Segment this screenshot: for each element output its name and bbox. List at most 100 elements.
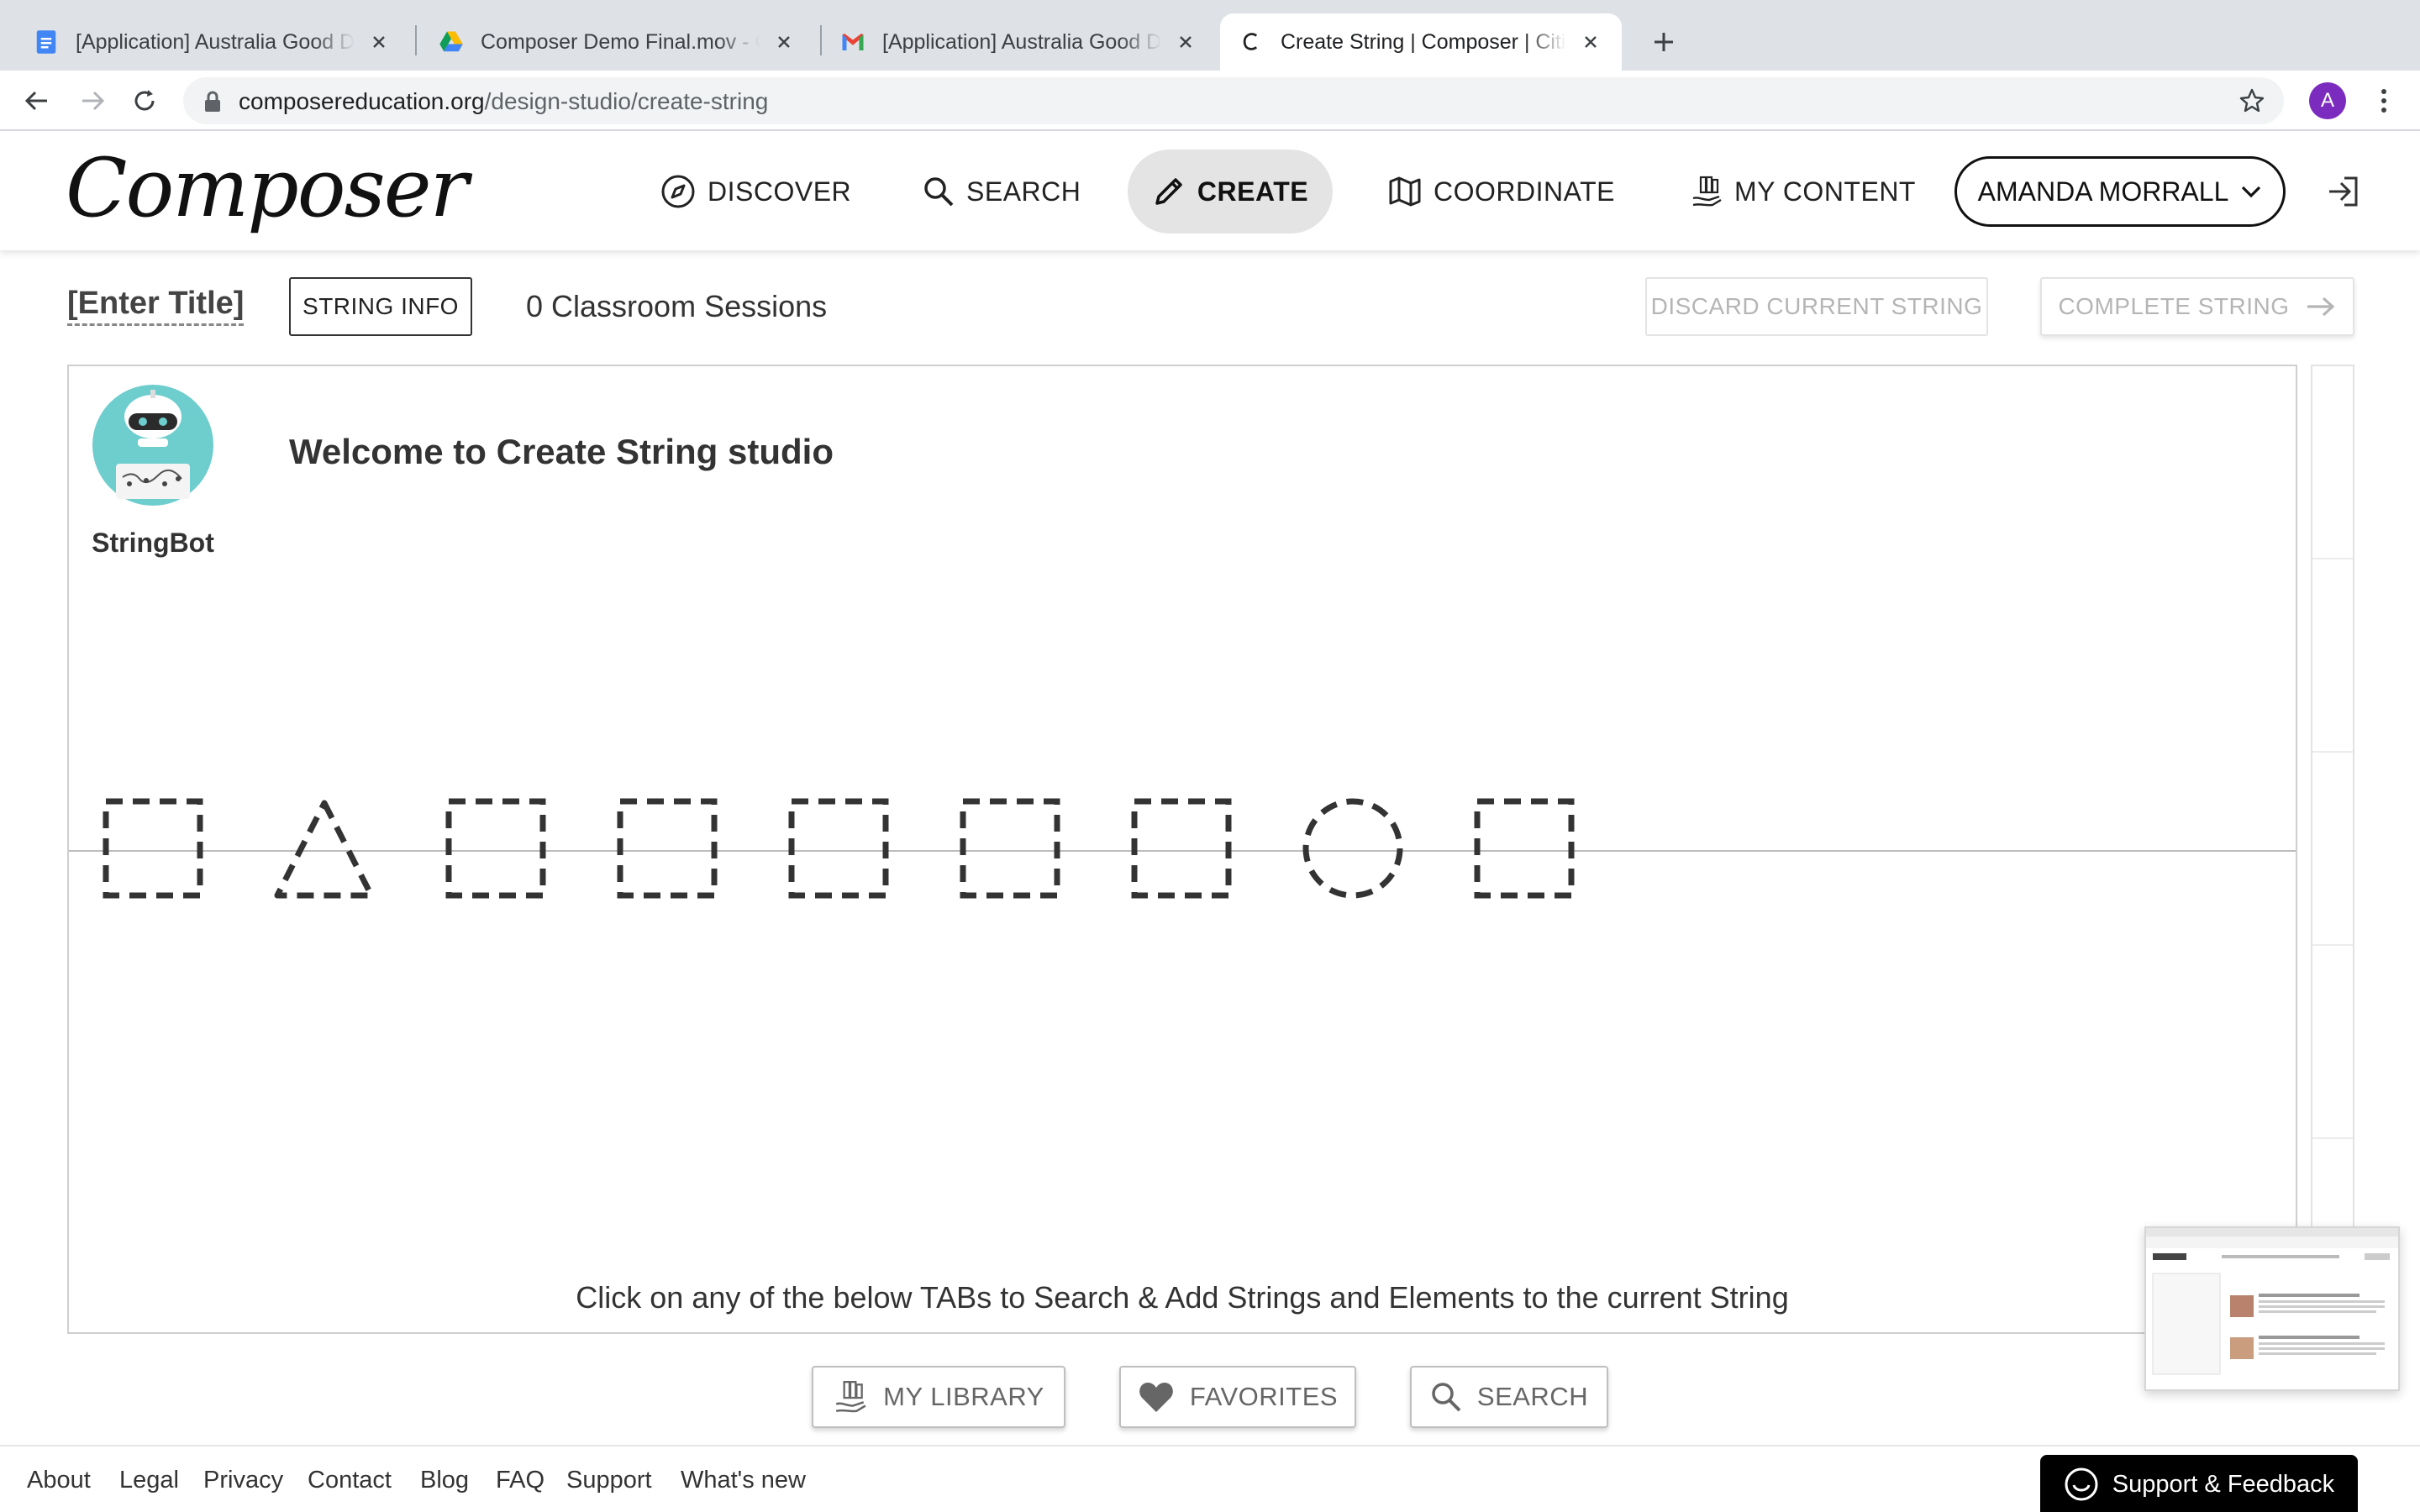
hand-books-icon [1692,176,1722,207]
close-tab-icon[interactable] [1173,29,1198,55]
nav-label: SEARCH [966,176,1081,207]
preview-image [2146,1228,2398,1375]
empty-square-slot[interactable] [1131,798,1232,899]
empty-square-slot[interactable] [1474,798,1575,899]
screen-preview-thumbnail[interactable] [2144,1226,2400,1391]
browser-tab-strip: [Application] Australia Good De Composer… [0,0,2420,71]
footer-link-contact[interactable]: Contact [308,1467,392,1494]
app-header: Composer DISCOVER SEARCH CREATE COORDINA… [0,131,2420,250]
gmail-icon [842,34,864,50]
footer-link-about[interactable]: About [27,1467,91,1494]
forward-button[interactable] [76,84,109,118]
close-tab-icon[interactable] [1578,29,1603,55]
profile-avatar[interactable]: A [2309,82,2346,119]
nav-label: MY CONTENT [1734,176,1916,207]
empty-square-slot[interactable] [103,798,203,899]
heart-icon [1139,1383,1173,1412]
nav-search[interactable]: SEARCH [923,150,1081,234]
panel-divider [2312,1137,2353,1139]
arrow-right-icon [2307,297,2334,317]
tab-title: [Application] Australia Good De [882,29,1161,54]
bookmark-star-icon[interactable] [2238,87,2265,114]
hand-books-icon [836,1380,866,1413]
google-docs-icon [36,30,56,54]
browser-menu-button[interactable] [2371,84,2396,118]
close-tab-icon[interactable] [771,29,797,55]
footer-link-privacy[interactable]: Privacy [203,1467,283,1494]
footer-link-faq[interactable]: FAQ [496,1467,544,1494]
page-footer: About Legal Privacy Contact Blog FAQ Sup… [0,1445,2420,1512]
compass-icon [661,175,695,208]
nav-create[interactable]: CREATE [1128,150,1333,234]
arrow-right-icon [82,91,105,111]
search-icon [924,177,954,207]
tab-my-library[interactable]: MY LIBRARY [812,1366,1065,1428]
nav-my-content[interactable]: MY CONTENT [1691,150,1916,234]
browser-tab-docs[interactable]: [Application] Australia Good De [15,13,410,71]
string-title-bar: [Enter Title] STRING INFO 0 Classroom Se… [0,250,2420,360]
nav-label: COORDINATE [1434,176,1615,207]
search-icon [1432,1383,1461,1412]
empty-square-slot[interactable] [617,798,718,899]
tab-title: [Application] Australia Good De [76,29,355,54]
chevron-down-icon [2242,186,2261,198]
tab-title: Create String | Composer | Citiz [1281,29,1566,54]
complete-string-button[interactable]: COMPLETE STRING [2040,277,2354,336]
logout-icon [2329,176,2358,207]
url-text: composereducation.org/design-studio/crea… [239,88,768,115]
browser-tab-composer[interactable]: Create String | Composer | Citiz [1220,13,1622,71]
string-studio-canvas[interactable]: StringBot Welcome to Create String studi… [67,365,2297,1334]
nav-label: DISCOVER [708,176,852,207]
composer-logo[interactable]: Composer [66,141,468,235]
footer-link-legal[interactable]: Legal [119,1467,179,1494]
kebab-menu-icon [2381,89,2386,113]
footer-link-blog[interactable]: Blog [420,1467,469,1494]
back-button[interactable] [20,84,54,118]
arrow-left-icon [24,91,47,111]
string-info-button[interactable]: STRING INFO [289,277,472,336]
footer-link-whats-new[interactable]: What's new [681,1467,806,1494]
empty-triangle-slot[interactable] [274,798,375,899]
nav-label: CREATE [1197,176,1309,207]
empty-square-slot[interactable] [788,798,889,899]
nav-coordinate[interactable]: COORDINATE [1388,150,1615,234]
browser-toolbar: composereducation.org/design-studio/crea… [0,71,2420,131]
close-tab-icon[interactable] [366,29,392,55]
logout-button[interactable] [2326,175,2360,213]
user-menu-button[interactable]: AMANDA MORRALL [1954,156,2286,227]
empty-square-slot[interactable] [960,798,1060,899]
tab-search[interactable]: SEARCH [1410,1366,1608,1428]
tab-title: Composer Demo Final.mov - Go [481,29,760,54]
profile-initial: A [2320,89,2334,112]
google-drive-icon [439,31,463,52]
support-feedback-button[interactable]: Support & Feedback [2040,1455,2358,1512]
empty-square-slot[interactable] [445,798,546,899]
tab-favorites[interactable]: FAVORITES [1119,1366,1356,1428]
browser-tab-gmail[interactable]: [Application] Australia Good De [822,13,1217,71]
tab-separator [415,25,417,55]
stringbot-name: StringBot [92,528,214,558]
new-tab-button[interactable] [1645,24,1682,60]
panel-divider [2312,944,2353,946]
browser-tab-drive[interactable]: Composer Demo Final.mov - Go [420,13,815,71]
tab-label: FAVORITES [1189,1382,1339,1411]
reload-button[interactable] [128,84,161,118]
discard-string-button[interactable]: DISCARD CURRENT STRING [1645,277,1988,336]
page-root: [Application] Australia Good De Composer… [0,0,2420,1512]
url-path: /design-studio/create-string [484,88,769,114]
map-icon [1389,176,1421,207]
panel-divider [2312,558,2353,559]
stringbot-avatar [92,385,213,506]
classroom-sessions-count: 0 Classroom Sessions [526,289,828,323]
add-strings-hint: Click on any of the below TABs to Search… [576,1280,1789,1315]
title-input[interactable]: [Enter Title] [67,286,245,326]
panel-divider [2312,751,2353,753]
side-scroll-panel[interactable] [2311,365,2354,1334]
address-bar[interactable]: composereducation.org/design-studio/crea… [183,77,2284,124]
nav-discover[interactable]: DISCOVER [660,150,851,234]
empty-circle-slot[interactable] [1302,798,1403,899]
complete-string-label: COMPLETE STRING [2058,293,2290,319]
footer-link-support[interactable]: Support [566,1467,652,1494]
tab-label: SEARCH [1476,1382,1589,1411]
welcome-heading: Welcome to Create String studio [289,432,834,471]
